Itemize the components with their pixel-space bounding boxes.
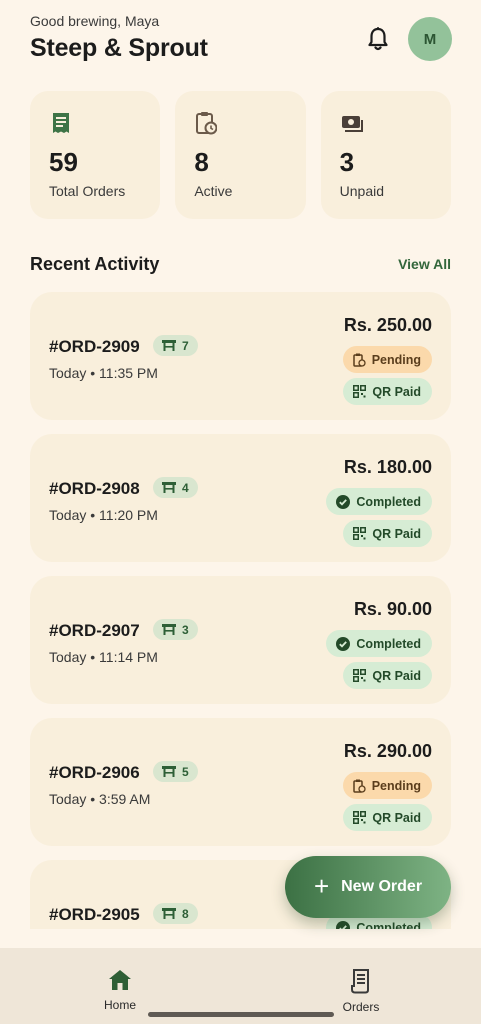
- stat-value: 3: [339, 147, 355, 177]
- order-card[interactable]: #ORD-2908 4 Today • 11:20 PM Rs. 180.00 …: [30, 434, 451, 562]
- nav-item-orders[interactable]: Orders: [321, 968, 401, 1014]
- payment-text: QR Paid: [372, 526, 421, 541]
- order-id: #ORD-2907: [49, 621, 140, 640]
- order-amount: Rs. 90.00: [353, 599, 432, 619]
- receipt-long-icon: [351, 969, 369, 994]
- table-chip: 3: [153, 619, 198, 640]
- recent-activity-header: Recent Activity View All: [30, 254, 451, 278]
- clipboard-clock-icon: [196, 112, 218, 135]
- stat-label: Total Orders: [49, 183, 126, 199]
- status-text: Pending: [371, 778, 421, 793]
- app-header: Good brewing, Maya Steep & Sprout M: [30, 12, 452, 68]
- nav-label: Home: [103, 998, 136, 1012]
- payment-badge: QR Paid: [343, 520, 432, 547]
- stat-card-total-orders[interactable]: 59 Total Orders: [30, 91, 161, 219]
- order-card[interactable]: #ORD-2909 7 Today • 11:35 PM Rs. 250.00 …: [30, 292, 451, 420]
- table-number: 5: [182, 764, 189, 779]
- section-title: Recent Activity: [30, 254, 160, 274]
- status-text: Completed: [356, 636, 421, 651]
- plus-icon: +: [313, 871, 330, 901]
- order-amount: Rs. 180.00: [343, 457, 432, 477]
- status-badge: Completed: [326, 630, 432, 657]
- order-time: Today • 11:20 PM: [49, 507, 158, 523]
- page-title: Steep & Sprout: [30, 34, 208, 62]
- table-number: 3: [182, 622, 189, 637]
- order-card[interactable]: #ORD-2906 5 Today • 3:59 AM Rs. 290.00 P…: [30, 718, 451, 846]
- table-icon: [162, 766, 176, 777]
- payment-badge: QR Paid: [343, 804, 432, 831]
- table-icon: [162, 482, 176, 493]
- bell-icon[interactable]: [366, 26, 390, 52]
- avatar[interactable]: M: [408, 17, 452, 61]
- order-time: Today • 11:14 PM: [49, 649, 158, 665]
- status-badge: Pending: [342, 346, 432, 373]
- new-order-label: New Order: [341, 878, 423, 895]
- status-badge: Pending: [342, 772, 432, 799]
- table-chip: 5: [153, 761, 198, 782]
- clipboard-clock-icon: [352, 353, 366, 367]
- payment-text: QR Paid: [372, 810, 421, 825]
- nav-item-home[interactable]: Home: [80, 968, 160, 1012]
- clipboard-clock-icon: [352, 779, 366, 793]
- status-text: Completed: [356, 494, 421, 509]
- table-chip: 8: [153, 903, 198, 924]
- stats-row: 59 Total Orders 8 Active 3 Unpaid: [30, 91, 451, 219]
- order-time: Today • 11:35 PM: [49, 365, 158, 381]
- status-text: Pending: [371, 352, 421, 367]
- qr-code-icon: [353, 527, 367, 540]
- order-id: #ORD-2909: [49, 337, 140, 356]
- payment-badge: QR Paid: [343, 378, 432, 405]
- check-circle-icon: [336, 494, 351, 509]
- check-circle-icon: [336, 920, 351, 929]
- table-number: 7: [182, 338, 189, 353]
- view-all-link[interactable]: View All: [398, 256, 451, 272]
- home-indicator[interactable]: [148, 1012, 334, 1017]
- stat-label: Unpaid: [339, 183, 385, 199]
- payment-text: QR Paid: [372, 384, 421, 399]
- table-icon: [162, 624, 176, 635]
- order-id: #ORD-2906: [49, 763, 140, 782]
- qr-code-icon: [353, 811, 367, 824]
- payment-text: QR Paid: [372, 668, 421, 683]
- status-text: Completed: [356, 920, 421, 930]
- stat-value: 8: [194, 147, 209, 177]
- stat-value: 59: [49, 147, 78, 177]
- stat-card-active[interactable]: 8 Active: [175, 91, 306, 219]
- table-chip: 7: [153, 335, 198, 356]
- order-amount: Rs. 250.00: [343, 315, 432, 335]
- table-number: 8: [182, 906, 189, 921]
- home-icon: [109, 970, 131, 990]
- table-icon: [162, 340, 176, 351]
- table-number: 4: [182, 480, 189, 495]
- qr-code-icon: [353, 669, 367, 682]
- new-order-button[interactable]: + New Order: [285, 856, 451, 918]
- order-card[interactable]: #ORD-2907 3 Today • 11:14 PM Rs. 90.00 C…: [30, 576, 451, 704]
- check-circle-icon: [336, 636, 351, 651]
- order-id: #ORD-2908: [49, 479, 140, 498]
- qr-code-icon: [353, 385, 367, 398]
- stat-card-unpaid[interactable]: 3 Unpaid: [320, 91, 451, 219]
- order-time: Today • 3:59 AM: [49, 791, 151, 807]
- table-chip: 4: [153, 477, 198, 498]
- order-id: #ORD-2905: [49, 905, 140, 924]
- order-list[interactable]: #ORD-2909 7 Today • 11:35 PM Rs. 250.00 …: [0, 292, 481, 929]
- stat-label: Active: [194, 183, 233, 199]
- status-badge: Completed: [326, 488, 432, 515]
- order-amount: Rs. 290.00: [343, 741, 432, 761]
- receipt-icon: [53, 113, 69, 133]
- payments-icon: [341, 116, 363, 132]
- table-icon: [162, 908, 176, 919]
- payment-badge: QR Paid: [343, 662, 432, 689]
- greeting-text: Good brewing, Maya: [30, 13, 160, 29]
